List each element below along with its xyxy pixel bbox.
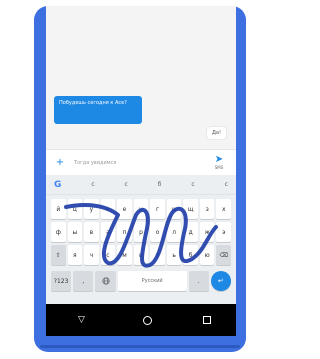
key[interactable]: м	[117, 245, 132, 265]
key[interactable]: й	[51, 199, 66, 219]
recent-apps-icon[interactable]	[202, 316, 211, 324]
key[interactable]: п	[117, 222, 132, 242]
symbols-key[interactable]: ?123	[51, 271, 72, 291]
google-icon[interactable]: G	[54, 180, 61, 190]
backspace-icon[interactable]: ⌫	[216, 245, 232, 265]
key-row-4: ?123 , Русский . ↵	[50, 271, 232, 291]
key[interactable]: д	[183, 222, 198, 242]
key[interactable]: ю	[199, 245, 215, 265]
key[interactable]: б	[183, 245, 198, 265]
key[interactable]: ц	[67, 199, 83, 219]
key[interactable]: т	[150, 245, 165, 265]
key-row-1: й ц у к е н г ш щ з х	[50, 199, 232, 219]
suggestion-item[interactable]: б	[158, 181, 162, 188]
send-type-label: SMS	[214, 165, 224, 170]
space-key[interactable]: Русский	[117, 271, 187, 291]
key[interactable]: л	[166, 222, 182, 242]
key[interactable]: ы	[67, 222, 83, 242]
key[interactable]: ш	[166, 199, 182, 219]
message-input[interactable]: Тогда увидимся	[68, 160, 208, 166]
key[interactable]: и	[133, 245, 149, 265]
key[interactable]: к	[100, 199, 116, 219]
key[interactable]: е	[117, 199, 132, 219]
key[interactable]: у	[84, 199, 99, 219]
plus-icon[interactable]: +	[52, 157, 68, 168]
key[interactable]: о	[150, 222, 165, 242]
shift-icon[interactable]: ⇧	[51, 245, 66, 265]
globe-icon[interactable]	[95, 271, 116, 291]
comma-key[interactable]: ,	[73, 271, 94, 291]
conversation-area: Побудешь сегодня к Асе? Да!	[46, 6, 236, 149]
key[interactable]: в	[84, 222, 99, 242]
navigation-bar: ▽	[46, 304, 236, 336]
key[interactable]: ж	[199, 222, 215, 242]
keyboard: G с с б с с й ц у к е н г ш щ з х ф ы в …	[46, 175, 236, 304]
home-icon[interactable]	[142, 315, 152, 325]
compose-bar: + Тогда увидимся ➤ SMS	[46, 149, 236, 175]
outgoing-message-bubble: Побудешь сегодня к Асе?	[54, 96, 142, 124]
globe-icon-graphic	[101, 277, 110, 285]
enter-icon[interactable]: ↵	[210, 271, 231, 291]
suggestion-strip: G с с б с с	[46, 175, 236, 195]
key[interactable]: н	[133, 199, 149, 219]
key[interactable]: э	[216, 222, 232, 242]
key[interactable]: ч	[84, 245, 99, 265]
period-key[interactable]: .	[188, 271, 209, 291]
key-row-3: ⇧ я ч с м и т ь б ю ⌫	[50, 245, 232, 265]
key[interactable]: ф	[51, 222, 66, 242]
suggestion-item[interactable]: с	[91, 181, 94, 188]
suggestion-item[interactable]: с	[191, 181, 194, 188]
key[interactable]: щ	[183, 199, 198, 219]
key[interactable]: з	[199, 199, 215, 219]
send-button[interactable]: ➤ SMS	[208, 154, 230, 171]
key[interactable]: я	[67, 245, 83, 265]
send-icon: ➤	[214, 154, 224, 165]
suggestion-item[interactable]: с	[225, 181, 228, 188]
key[interactable]: с	[100, 245, 116, 265]
key[interactable]: х	[216, 199, 232, 219]
incoming-message-bubble: Да!	[207, 127, 226, 139]
key[interactable]: ь	[166, 245, 182, 265]
phone-screen: Побудешь сегодня к Асе? Да! + Тогда увид…	[46, 6, 236, 336]
key[interactable]: г	[150, 199, 165, 219]
back-icon[interactable]: ▽	[72, 315, 92, 325]
key[interactable]: р	[133, 222, 149, 242]
key-row-2: ф ы в а п р о л д ж э	[50, 222, 232, 242]
key[interactable]: а	[100, 222, 116, 242]
suggestion-item[interactable]: с	[125, 181, 128, 188]
